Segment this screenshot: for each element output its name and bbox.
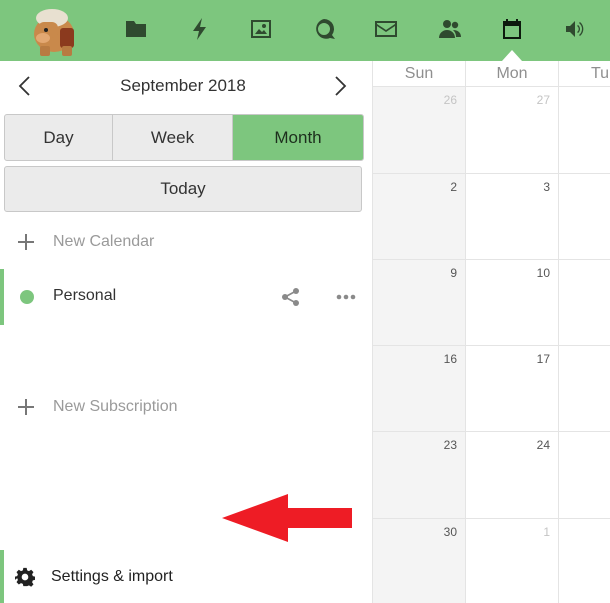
contacts-icon[interactable] xyxy=(435,14,465,44)
talk-icon[interactable] xyxy=(309,14,339,44)
settings-import-button[interactable]: Settings & import xyxy=(0,550,372,603)
day-cell[interactable]: 2 xyxy=(373,174,466,260)
more-options-icon[interactable] xyxy=(334,286,358,308)
day-cell[interactable]: 16 xyxy=(373,346,466,432)
day-number: 26 xyxy=(443,93,457,107)
day-cell[interactable]: 24 xyxy=(466,432,559,519)
month-picker[interactable]: September 2018 xyxy=(0,76,366,96)
plus-icon xyxy=(18,399,34,415)
column-header-sun: Sun xyxy=(373,61,466,87)
day-number: 17 xyxy=(536,352,550,366)
month-grid: Sun Mon Tu 26 27 2 3 9 10 16 17 23 24 30… xyxy=(373,61,610,603)
day-cell[interactable]: 17 xyxy=(466,346,559,432)
day-cell[interactable] xyxy=(559,174,610,260)
day-cell[interactable] xyxy=(559,432,610,519)
day-number: 10 xyxy=(536,266,550,280)
month-navigation: September 2018 xyxy=(0,61,372,111)
share-icon[interactable] xyxy=(280,286,302,308)
month-view-button[interactable]: Month xyxy=(233,115,363,160)
day-number: 23 xyxy=(443,438,457,452)
day-cell[interactable] xyxy=(559,346,610,432)
files-icon[interactable] xyxy=(121,14,151,44)
active-indicator xyxy=(0,550,4,603)
settings-import-label: Settings & import xyxy=(51,568,173,585)
day-number: 2 xyxy=(450,180,457,194)
today-button[interactable]: Today xyxy=(4,166,362,212)
day-cell[interactable] xyxy=(559,87,610,174)
day-cell[interactable]: 26 xyxy=(373,87,466,174)
view-switcher: Day Week Month xyxy=(4,114,364,161)
calendar-list-item-personal[interactable]: Personal xyxy=(0,269,372,325)
day-number: 1 xyxy=(543,525,550,539)
week-view-button[interactable]: Week xyxy=(113,115,233,160)
day-cell[interactable]: 23 xyxy=(373,432,466,519)
active-app-indicator xyxy=(502,50,522,61)
day-number: 3 xyxy=(543,180,550,194)
app-header xyxy=(0,0,610,61)
day-number: 16 xyxy=(443,352,457,366)
active-indicator xyxy=(0,269,4,325)
day-cell[interactable]: 9 xyxy=(373,260,466,346)
day-view-button[interactable]: Day xyxy=(5,115,113,160)
day-cell[interactable]: 3 xyxy=(466,174,559,260)
day-cell[interactable]: 1 xyxy=(466,519,559,603)
new-calendar-label: New Calendar xyxy=(53,233,155,250)
audio-icon[interactable] xyxy=(560,14,590,44)
day-cell[interactable] xyxy=(559,260,610,346)
day-cell[interactable]: 10 xyxy=(466,260,559,346)
day-number: 30 xyxy=(443,525,457,539)
day-cell[interactable] xyxy=(559,519,610,603)
column-header-tue: Tu xyxy=(559,61,610,87)
activity-icon[interactable] xyxy=(185,14,215,44)
column-header-mon: Mon xyxy=(466,61,559,87)
day-number: 27 xyxy=(536,93,550,107)
gallery-icon[interactable] xyxy=(246,14,276,44)
new-subscription-button[interactable]: New Subscription xyxy=(0,387,372,427)
app-logo[interactable] xyxy=(24,4,82,58)
calendar-name: Personal xyxy=(53,287,117,304)
day-cell[interactable]: 30 xyxy=(373,519,466,603)
new-subscription-label: New Subscription xyxy=(53,398,178,415)
day-number: 24 xyxy=(536,438,550,452)
gear-icon xyxy=(15,567,35,587)
mail-icon[interactable] xyxy=(371,14,401,44)
plus-icon xyxy=(18,234,34,250)
new-calendar-button[interactable]: New Calendar xyxy=(0,222,372,262)
next-month-button[interactable] xyxy=(327,73,353,99)
day-cell[interactable]: 27 xyxy=(466,87,559,174)
day-number: 9 xyxy=(450,266,457,280)
calendar-color-dot[interactable] xyxy=(20,290,34,304)
annotation-arrow xyxy=(222,494,352,542)
calendar-icon[interactable] xyxy=(497,14,527,44)
